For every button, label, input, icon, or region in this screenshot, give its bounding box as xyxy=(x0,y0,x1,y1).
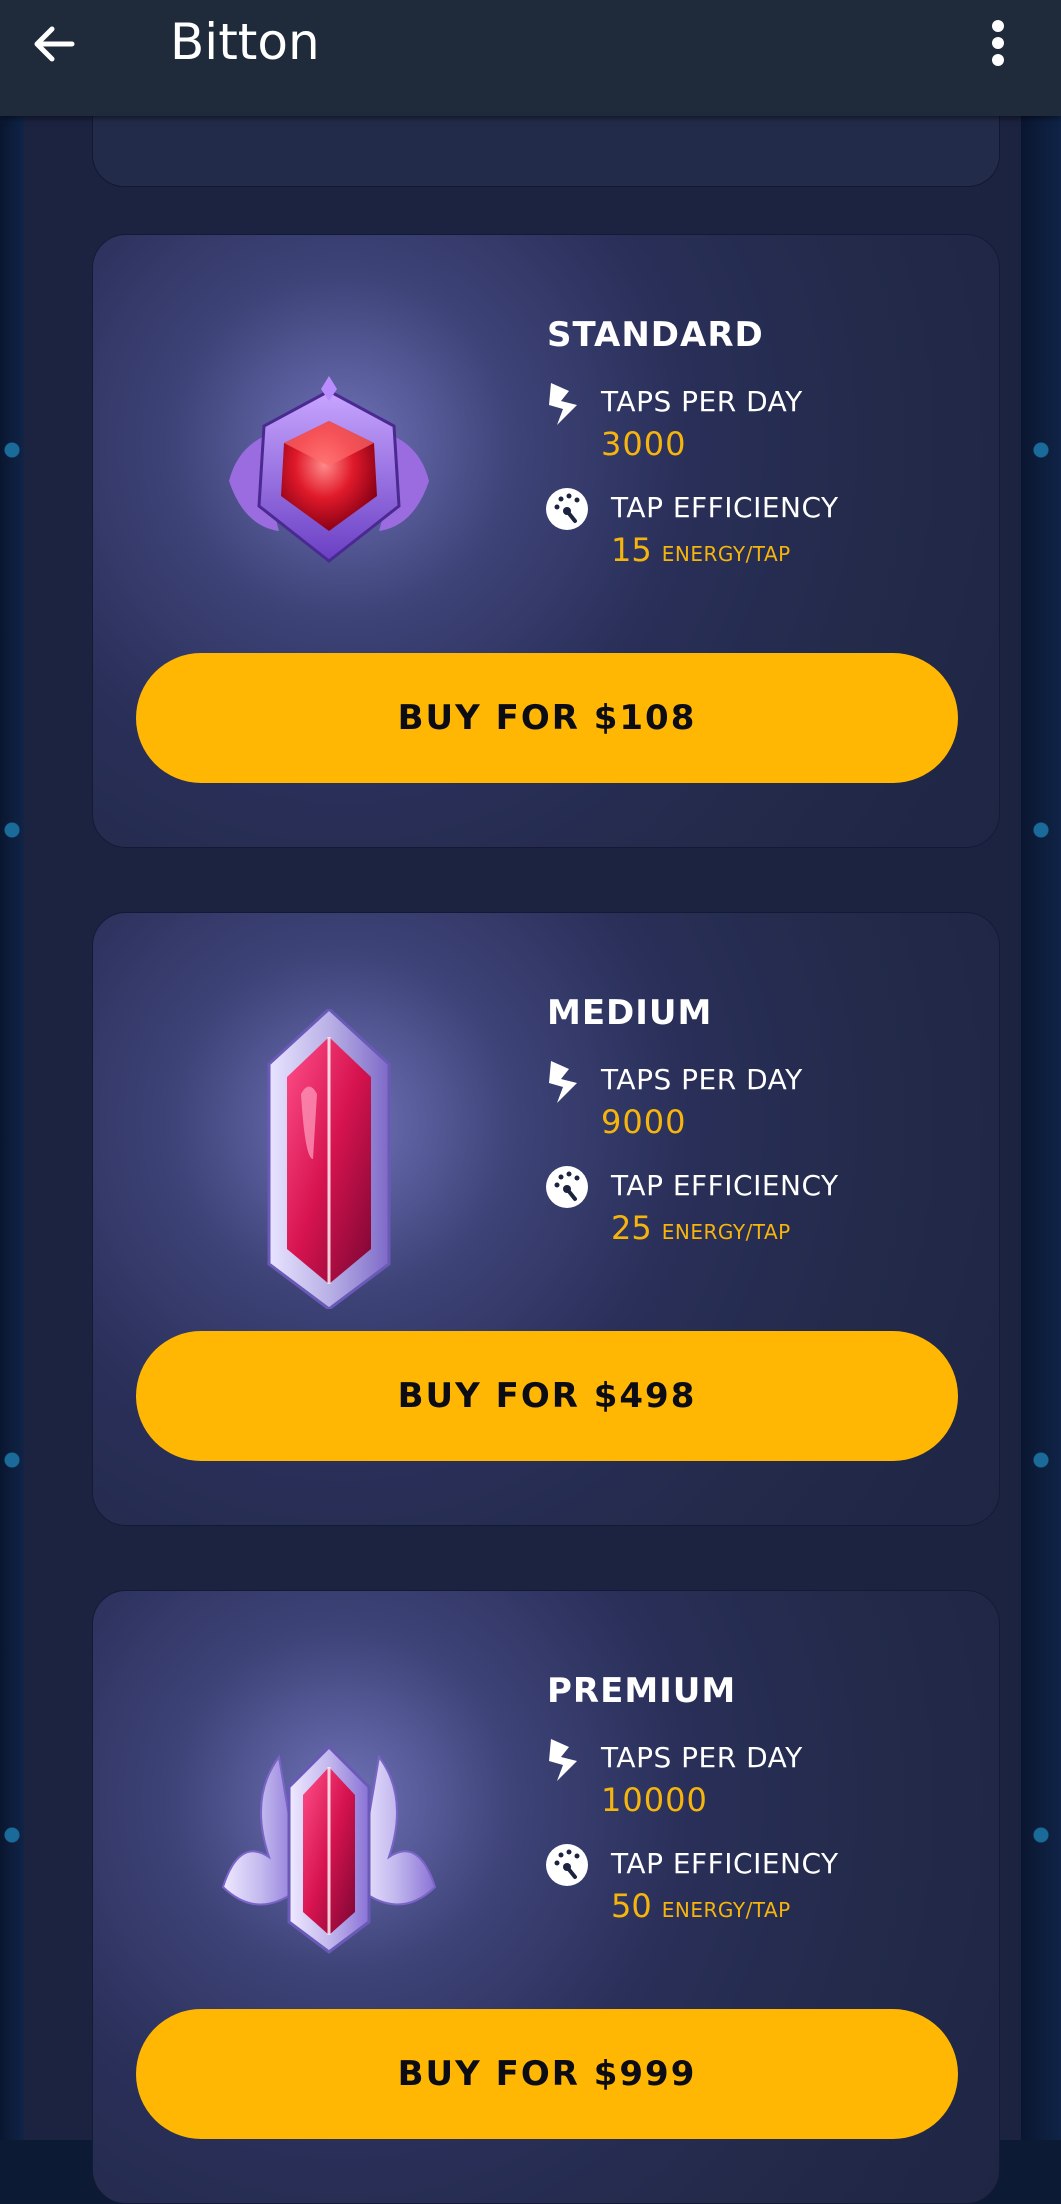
taps-per-day-label: TAPS PER DAY xyxy=(601,1741,803,1774)
buy-medium-button[interactable]: BUY FOR $498 xyxy=(136,1331,958,1461)
plan-name: STANDARD xyxy=(547,315,764,355)
crystal-icon xyxy=(267,1009,391,1309)
lightning-bolt-icon xyxy=(549,1739,577,1781)
efficiency-unit: ENERGY/TAP xyxy=(661,1898,791,1922)
plan-name: PREMIUM xyxy=(547,1671,737,1711)
ruby-shield-icon xyxy=(229,376,429,563)
horned-crystal-icon xyxy=(221,1744,437,1954)
app-bar: Bitton xyxy=(0,0,1061,116)
taps-per-day-value: 3000 xyxy=(601,425,687,463)
taps-per-day-value: 10000 xyxy=(601,1781,708,1819)
plan-card-premium: PREMIUM TAPS PER DAY 10000 TAP EFFICIENC… xyxy=(92,1590,1000,2204)
efficiency-number: 25 xyxy=(611,1209,652,1247)
tap-efficiency-label: TAP EFFICIENCY xyxy=(611,1847,839,1880)
lightning-bolt-icon xyxy=(549,1061,577,1103)
plans-panel: STANDARD TAPS PER DAY 3000 TAP EFFICIENC… xyxy=(24,116,1021,2204)
tap-efficiency-label: TAP EFFICIENCY xyxy=(611,491,839,524)
tap-efficiency-label: TAP EFFICIENCY xyxy=(611,1169,839,1202)
tap-efficiency-value: 25 ENERGY/TAP xyxy=(611,1209,791,1247)
tap-efficiency-value: 50 ENERGY/TAP xyxy=(611,1887,791,1925)
gauge-icon xyxy=(546,488,588,530)
more-vertical-icon[interactable] xyxy=(978,18,1018,70)
previous-plan-card xyxy=(92,116,1000,187)
gauge-icon xyxy=(546,1166,588,1208)
background-circuit-right xyxy=(1021,0,1061,2140)
taps-per-day-label: TAPS PER DAY xyxy=(601,1063,803,1096)
app-title: Bitton xyxy=(170,13,320,71)
taps-per-day-label: TAPS PER DAY xyxy=(601,385,803,418)
efficiency-number: 50 xyxy=(611,1887,652,1925)
arrow-left-icon[interactable] xyxy=(28,18,80,70)
buy-premium-button[interactable]: BUY FOR $999 xyxy=(136,2009,958,2139)
efficiency-number: 15 xyxy=(611,531,652,569)
plan-name: MEDIUM xyxy=(547,993,713,1033)
lightning-bolt-icon xyxy=(549,383,577,425)
gauge-icon xyxy=(546,1844,588,1886)
buy-standard-button[interactable]: BUY FOR $108 xyxy=(136,653,958,783)
plan-card-standard: STANDARD TAPS PER DAY 3000 TAP EFFICIENC… xyxy=(92,234,1000,848)
taps-per-day-value: 9000 xyxy=(601,1103,687,1141)
efficiency-unit: ENERGY/TAP xyxy=(661,1220,791,1244)
efficiency-unit: ENERGY/TAP xyxy=(661,542,791,566)
tap-efficiency-value: 15 ENERGY/TAP xyxy=(611,531,791,569)
background-circuit-left xyxy=(0,0,24,2140)
plan-card-medium: MEDIUM TAPS PER DAY 9000 TAP EFFICIENCY … xyxy=(92,912,1000,1526)
